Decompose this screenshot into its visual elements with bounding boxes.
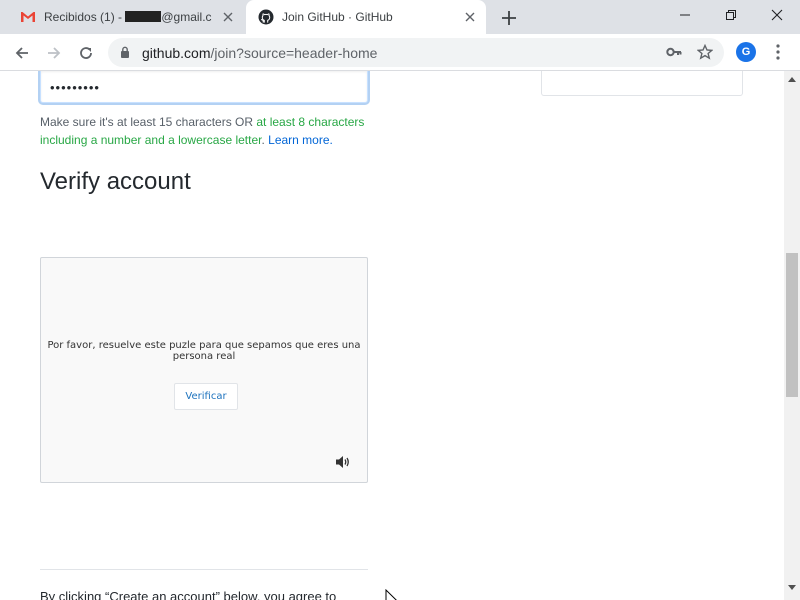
forward-icon[interactable] xyxy=(42,41,66,65)
tab-title: Join GitHub · GitHub xyxy=(282,10,393,24)
new-tab-icon[interactable] xyxy=(499,8,519,28)
tab-github[interactable]: Join GitHub · GitHub xyxy=(246,0,486,34)
tab-gmail[interactable]: Recibidos (1) - @gmail.co xyxy=(8,0,244,34)
lock-icon xyxy=(121,46,129,58)
close-window-icon[interactable] xyxy=(754,0,800,30)
gmail-icon xyxy=(21,12,35,22)
github-icon xyxy=(258,9,274,25)
url-text: github.com/join?source=header-home xyxy=(142,45,378,61)
reload-icon[interactable] xyxy=(74,41,98,65)
password-hint: Make sure it's at least 15 characters OR… xyxy=(40,115,365,147)
page-scrollbar[interactable] xyxy=(784,71,800,600)
divider xyxy=(40,569,368,570)
side-card: community xyxy=(541,71,743,96)
mouse-cursor-icon xyxy=(385,589,397,600)
more-menu-icon[interactable] xyxy=(770,42,786,62)
verify-account-heading: Verify account xyxy=(40,168,191,195)
redacted-block xyxy=(125,11,162,22)
captcha-message: Por favor, resuelve este puzle para que … xyxy=(47,340,361,362)
learn-more-link[interactable]: Learn more. xyxy=(268,133,333,147)
tab-title: Recibidos (1) - @gmail.co xyxy=(44,10,212,24)
captcha-verify-button[interactable]: Verificar xyxy=(174,383,238,410)
password-mask: ••••••••• xyxy=(50,80,100,95)
restore-icon[interactable] xyxy=(708,0,754,30)
password-input[interactable]: ••••••••• xyxy=(40,71,368,103)
scroll-up-icon[interactable] xyxy=(788,76,796,82)
back-icon[interactable] xyxy=(10,41,34,65)
scroll-down-icon[interactable] xyxy=(788,585,796,591)
terms-text: By clicking “Create an account” below, y… xyxy=(40,589,337,600)
minimize-icon[interactable] xyxy=(662,0,708,30)
close-tab-icon[interactable] xyxy=(462,9,478,25)
bookmark-star-icon[interactable] xyxy=(697,44,713,60)
tab-strip: Recibidos (1) - @gmail.co Join GitHub · … xyxy=(0,0,800,34)
close-tab-icon[interactable] xyxy=(220,9,236,25)
address-bar[interactable]: github.com/join?source=header-home xyxy=(108,38,724,67)
speaker-icon[interactable] xyxy=(335,455,351,469)
profile-avatar[interactable]: G xyxy=(736,42,756,62)
browser-toolbar: github.com/join?source=header-home G xyxy=(0,34,800,71)
key-icon[interactable] xyxy=(666,45,682,59)
scrollbar-thumb[interactable] xyxy=(786,253,798,397)
captcha-frame: Por favor, resuelve este puzle para que … xyxy=(40,257,368,483)
page-viewport: ••••••••• Make sure it's at least 15 cha… xyxy=(0,71,784,600)
